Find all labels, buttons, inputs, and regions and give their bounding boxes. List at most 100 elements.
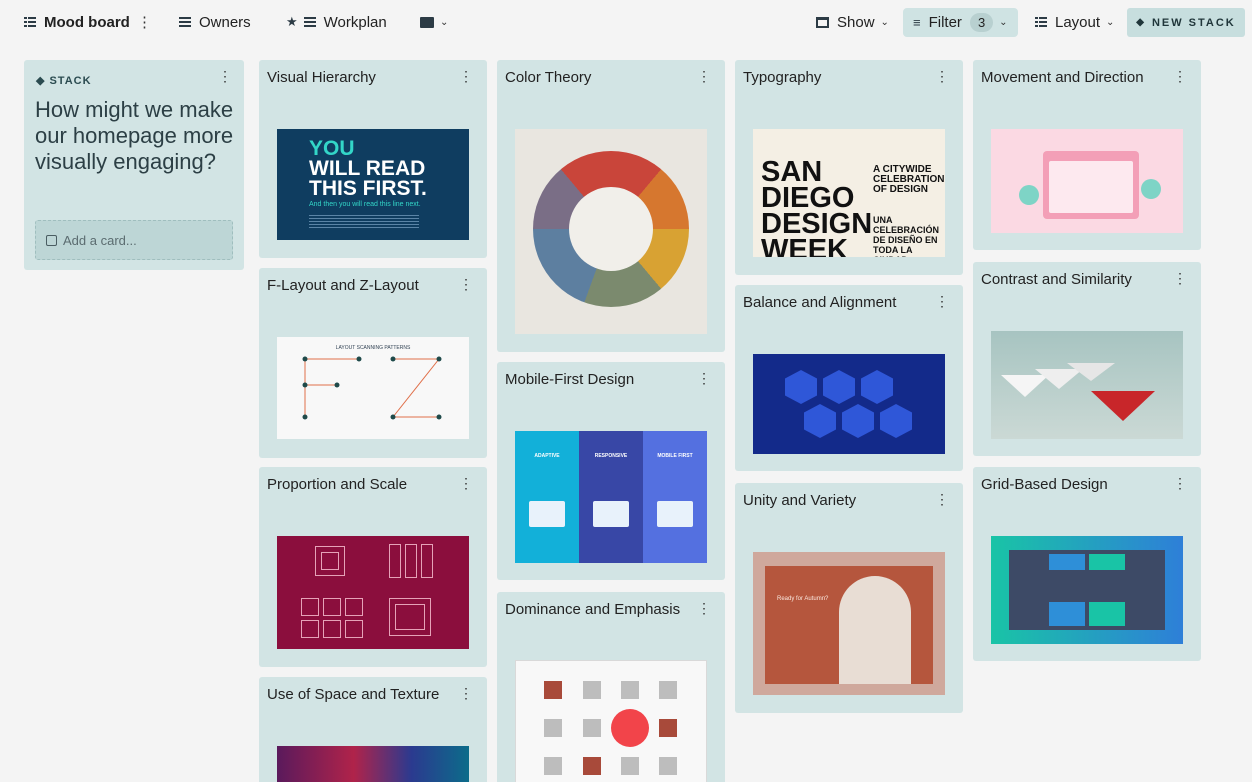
add-view-button[interactable]: ⌄ <box>420 8 448 36</box>
card-more-icon[interactable]: ⋮ <box>1173 270 1187 287</box>
list-icon <box>179 17 191 27</box>
card-title: Balance and Alignment <box>743 294 897 311</box>
card-title: Dominance and Emphasis <box>505 601 681 618</box>
filter-icon: ≡ <box>913 15 921 30</box>
thumb-screen <box>1049 161 1133 213</box>
thumb-square <box>583 719 601 737</box>
card-balance-alignment[interactable]: Balance and Alignment ⋮ <box>735 285 963 471</box>
card-title: Movement and Direction <box>981 69 1144 86</box>
card-thumbnail <box>753 354 945 454</box>
board-more-icon[interactable]: ⋮ <box>137 8 152 36</box>
card-more-icon[interactable]: ⋮ <box>697 370 711 387</box>
card-space-texture[interactable]: Use of Space and Texture ⋮ <box>259 677 487 782</box>
card-more-icon[interactable]: ⋮ <box>1173 68 1187 85</box>
card-f-z-layout[interactable]: F-Layout and Z-Layout ⋮ LAYOUT SCANNING … <box>259 268 487 458</box>
show-button[interactable]: Show ⌄ <box>816 8 889 36</box>
chevron-down-icon: ⌄ <box>880 16 889 28</box>
board-title: Mood board <box>44 13 130 31</box>
thumb-circle <box>611 709 649 747</box>
card-more-icon[interactable]: ⋮ <box>459 475 473 492</box>
thumb-column: MOBILE FIRST <box>643 431 707 563</box>
thumb-panel <box>1009 550 1165 630</box>
card-typography[interactable]: Typography ⋮ SAN DIEGO DESIGN WEEK A CIT… <box>735 60 963 275</box>
card-title: Use of Space and Texture <box>267 686 440 703</box>
workplan-view-button[interactable]: ★ Workplan <box>286 8 387 36</box>
grid-box <box>389 544 401 578</box>
new-stack-button[interactable]: ◆ NEW STACK <box>1127 8 1245 37</box>
card-more-icon[interactable]: ⋮ <box>459 685 473 702</box>
thumb-col-label: ADAPTIVE <box>534 453 560 459</box>
thumb-subline: And then you will read this line next. <box>309 201 421 208</box>
card-title: Mobile-First Design <box>505 371 635 388</box>
thumb-hexagon <box>880 404 912 438</box>
grid-box <box>345 620 363 638</box>
card-color-theory[interactable]: Color Theory ⋮ <box>497 60 725 352</box>
card-thumbnail <box>991 331 1183 439</box>
thumb-square <box>659 681 677 699</box>
card-title: Visual Hierarchy <box>267 69 376 86</box>
filter-button[interactable]: ≡ Filter 3 ⌄ <box>903 8 1018 37</box>
card-unity-variety[interactable]: Unity and Variety ⋮ Ready for Autumn? <box>735 483 963 713</box>
thumb-lines <box>309 215 419 229</box>
thumb-column: ADAPTIVE <box>515 431 579 563</box>
thumb-side-text: A CITYWIDE CELEBRATION OF DESIGN <box>873 164 945 195</box>
card-mobile-first[interactable]: Mobile-First Design ⋮ ADAPTIVE RESPONSIV… <box>497 362 725 580</box>
thumb-big-text: SAN DIEGO DESIGN WEEK <box>761 156 873 258</box>
thumb-square <box>621 681 639 699</box>
card-proportion-scale[interactable]: Proportion and Scale ⋮ <box>259 467 487 667</box>
card-title: Typography <box>743 69 822 86</box>
thumb-square <box>544 681 562 699</box>
card-more-icon[interactable]: ⋮ <box>697 600 711 617</box>
grid-box <box>323 620 341 638</box>
thumb-hexagon <box>804 404 836 438</box>
layout-label: Layout <box>1055 13 1101 31</box>
card-more-icon[interactable]: ⋮ <box>935 68 949 85</box>
thumb-square <box>659 757 677 775</box>
thumb-square <box>544 757 562 775</box>
stack-more-icon[interactable]: ⋮ <box>218 68 232 85</box>
toolbar: Mood board ⋮ Owners ★ Workplan ⌄ Show ⌄ … <box>0 0 1252 44</box>
chevron-down-icon: ⌄ <box>440 16 449 28</box>
card-more-icon[interactable]: ⋮ <box>459 276 473 293</box>
card-more-icon[interactable]: ⋮ <box>935 491 949 508</box>
grid-box <box>405 544 417 578</box>
card-contrast-similarity[interactable]: Contrast and Similarity ⋮ <box>973 262 1201 456</box>
thumb-square <box>583 681 601 699</box>
card-title: Grid-Based Design <box>981 476 1108 493</box>
card-more-icon[interactable]: ⋮ <box>459 68 473 85</box>
layers-icon: ◆ <box>1136 17 1146 28</box>
thumb-column: RESPONSIVE <box>579 431 643 563</box>
thumb-side-text-es: UNA CELEBRACIÓN DE DISEÑO EN TODA LA CIU… <box>873 215 940 257</box>
card-thumbnail: ADAPTIVE RESPONSIVE MOBILE FIRST <box>515 431 707 563</box>
thumb-headline: YOU WILL READ THIS FIRST. <box>309 138 469 199</box>
thumb-square <box>621 757 639 775</box>
thumb-col-label: RESPONSIVE <box>594 453 628 459</box>
workplan-label: Workplan <box>323 13 387 31</box>
show-label: Show <box>837 13 875 31</box>
stack-label: ◆ STACK <box>36 74 92 87</box>
grid-box <box>321 552 339 570</box>
stack-card[interactable]: ◆ STACK ⋮ How might we make our homepage … <box>24 60 244 270</box>
thumb-text: Ready for Autumn? <box>777 596 829 602</box>
board-title-button[interactable]: Mood board <box>24 8 130 36</box>
color-wheel-center <box>569 187 653 271</box>
card-more-icon[interactable]: ⋮ <box>697 68 711 85</box>
card-more-icon[interactable]: ⋮ <box>1173 475 1187 492</box>
card-thumbnail: YOU WILL READ THIS FIRST. And then you wi… <box>277 129 469 240</box>
card-grid-layout[interactable]: Grid-Based Design ⋮ <box>973 467 1201 661</box>
add-card-icon <box>46 234 57 246</box>
add-card-input[interactable]: Add a card... <box>35 220 233 260</box>
thumb-square <box>583 757 601 775</box>
card-thumbnail <box>277 746 469 782</box>
filter-count-badge: 3 <box>969 13 994 32</box>
thumb-tree <box>1141 179 1161 199</box>
card-more-icon[interactable]: ⋮ <box>935 293 949 310</box>
card-dominance-emphasis[interactable]: Dominance and Emphasis ⋮ <box>497 592 725 782</box>
layout-button[interactable]: Layout ⌄ <box>1035 8 1114 36</box>
card-title: Proportion and Scale <box>267 476 408 493</box>
card-visual-hierarchy[interactable]: Visual Hierarchy ⋮ YOU WILL READ THIS FIR… <box>259 60 487 258</box>
card-thumbnail <box>277 536 469 649</box>
owners-view-button[interactable]: Owners <box>179 8 251 36</box>
card-movement-direction[interactable]: Movement and Direction ⋮ <box>973 60 1201 250</box>
grid-box <box>395 604 425 630</box>
